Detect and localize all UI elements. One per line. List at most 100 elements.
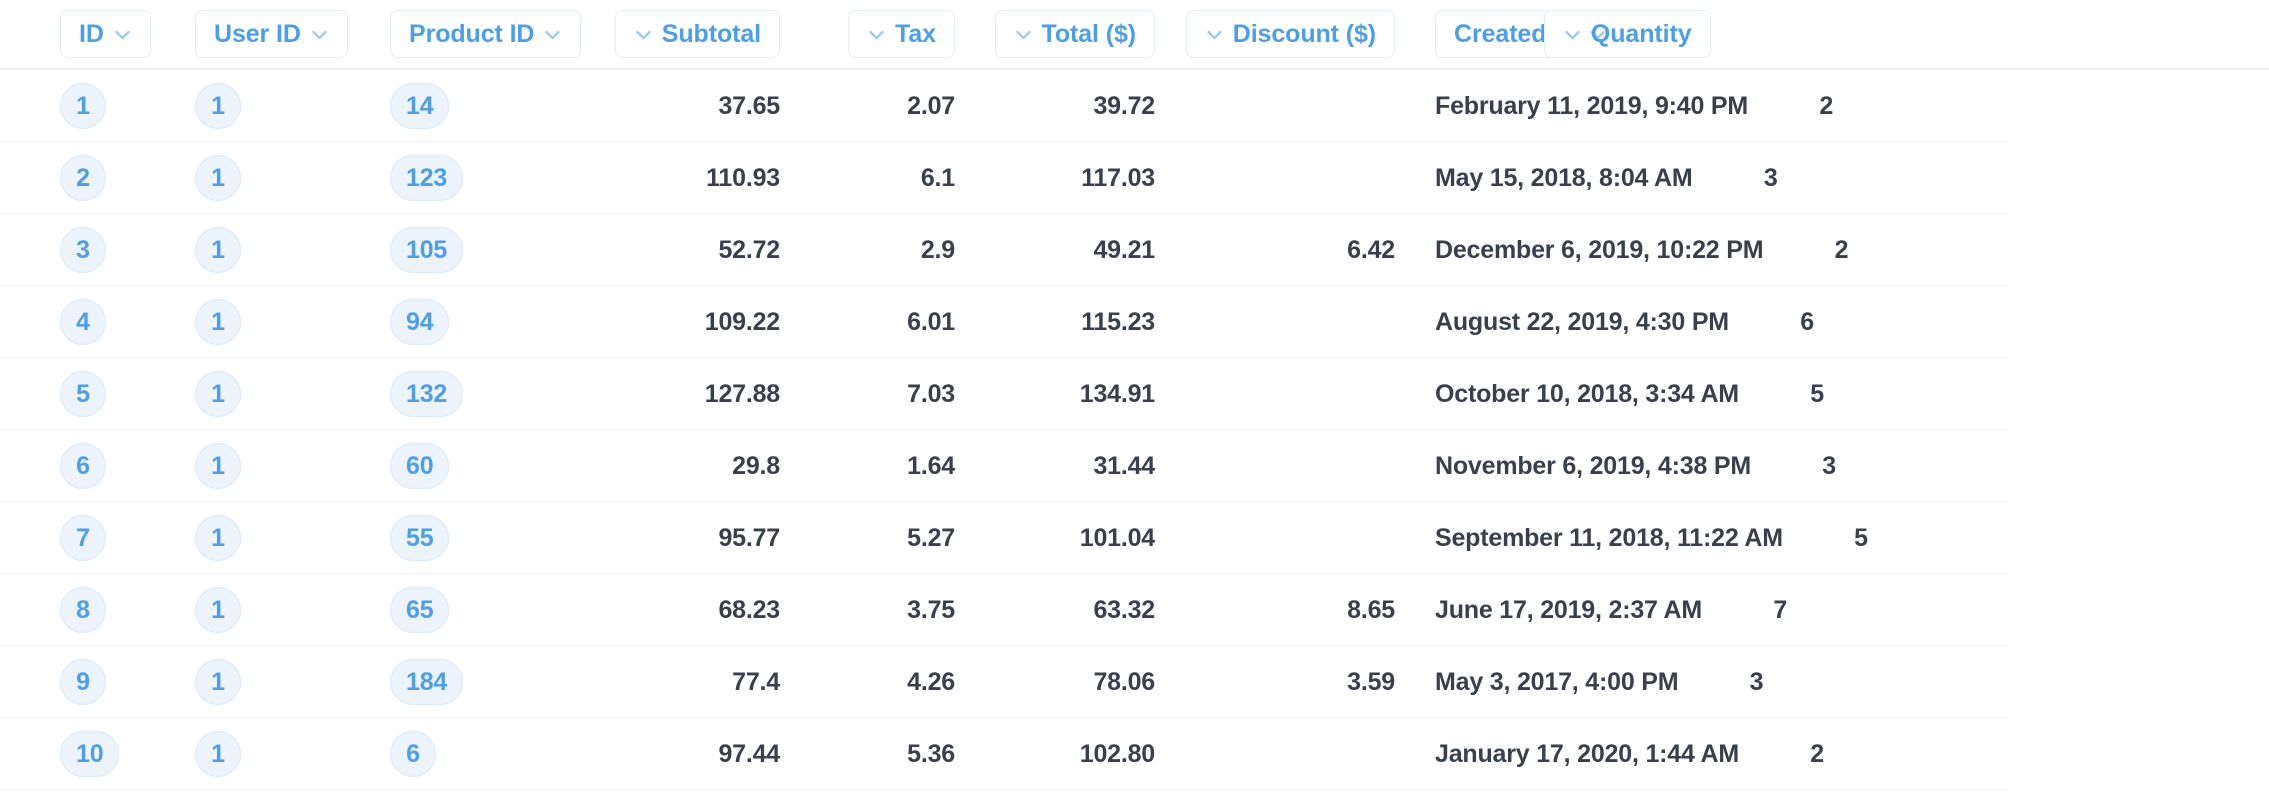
pill-product-id[interactable]: 94 [390,299,450,345]
cell-value: 2 [1834,235,1849,264]
pill-product-id[interactable]: 60 [390,443,450,489]
pill-user-id[interactable]: 1 [195,227,241,273]
table-row[interactable]: 1 1 14 37.65 2.07 39.72 February 11, 2019, 9:4… [0,70,2269,142]
table-row[interactable]: 6 1 60 29.8 1.64 31.44 November 6, 2019, 4:38 … [0,430,2269,502]
cell-quantity: 3 [1751,430,2026,502]
table-row[interactable]: 2 1 123 110.93 6.1 117.03 May 15, 2018, 8:04 A… [0,142,2269,214]
pill-id[interactable]: 8 [60,587,106,633]
cell-value: 127.88 [704,379,780,408]
chevron-down-icon[interactable] [113,25,132,44]
pill-id[interactable]: 1 [60,83,106,129]
pill-user-id[interactable]: 1 [195,443,241,489]
cell-quantity: 2 [1739,718,2014,790]
column-header-tax: Tax [810,0,990,69]
cell-tax: 2.9 [810,214,990,286]
cell-value: 3 [1822,451,1836,480]
pill-product-id[interactable]: 105 [390,227,464,273]
column-header-button-discount[interactable]: Discount ($) [1185,10,1395,58]
column-header-button-user-id[interactable]: User ID [195,10,348,58]
cell-id: 6 [0,430,160,502]
table-row[interactable]: 8 1 65 68.23 3.75 63.32 8.65 June 17, 2019, 2:3… [0,574,2269,646]
pill-product-id[interactable]: 65 [390,587,450,633]
cell-quantity: 3 [1693,142,1968,214]
pill-product-id[interactable]: 6 [390,731,436,777]
pill-id[interactable]: 7 [60,515,106,561]
cell-value: October 10, 2018, 3:34 AM [1435,379,1739,408]
pill-user-id[interactable]: 1 [195,587,241,633]
column-header-quantity: Quantity [1543,0,1901,69]
pill-id[interactable]: 5 [60,371,106,417]
pill-product-id[interactable]: 14 [390,83,450,129]
pill-id[interactable]: 10 [60,731,120,777]
cell-product-id: 184 [350,646,610,718]
pill-product-id[interactable]: 55 [390,515,450,561]
cell-quantity: 2 [1763,214,2038,286]
column-header-button-id[interactable]: ID [60,10,151,58]
cell-value: 6.01 [907,307,955,336]
pill-id[interactable]: 3 [60,227,106,273]
pill-id[interactable]: 6 [60,443,106,489]
pill-user-id[interactable]: 1 [195,155,241,201]
pill-user-id[interactable]: 1 [195,731,241,777]
cell-total: 49.21 [990,214,1195,286]
cell-product-id: 6 [350,718,610,790]
cell-value: 3.59 [1347,667,1395,696]
chevron-down-icon[interactable] [867,25,886,44]
pill-user-id[interactable]: 1 [195,515,241,561]
table-row[interactable]: 9 1 184 77.4 4.26 78.06 3.59 May 3, 2017, 4:00 … [0,646,2269,718]
column-header-button-subtotal[interactable]: Subtotal [614,10,780,58]
table-row[interactable]: 10 1 6 97.44 5.36 102.80 January 17, 2020, 1:4… [0,718,2269,790]
pill-id[interactable]: 4 [60,299,106,345]
chevron-down-icon[interactable] [1205,25,1224,44]
pill-id[interactable]: 9 [60,659,106,705]
cell-value: 101.04 [1079,523,1155,552]
column-header-button-quantity[interactable]: Quantity [1543,10,1711,58]
column-header-button-total[interactable]: Total ($) [994,10,1155,58]
chevron-down-icon[interactable] [543,25,562,44]
cell-product-id: 60 [350,430,610,502]
cell-discount [1195,502,1435,574]
chevron-down-icon[interactable] [1563,25,1582,44]
pill-user-id[interactable]: 1 [195,659,241,705]
cell-value: 7.03 [907,379,955,408]
cell-value: 63.32 [1093,595,1155,624]
cell-value: 5 [1854,523,1868,552]
column-header-button-tax[interactable]: Tax [848,10,955,58]
chevron-down-icon[interactable] [1014,25,1033,44]
chevron-down-icon[interactable] [1588,25,1607,44]
cell-tax: 5.27 [810,502,990,574]
chevron-down-icon[interactable] [310,25,329,44]
cell-value: 29.8 [732,451,780,480]
cell-product-id: 55 [350,502,610,574]
cell-total: 134.91 [990,358,1195,430]
pill-id[interactable]: 2 [60,155,106,201]
table-row[interactable]: 3 1 105 52.72 2.9 49.21 6.42 December 6, 2019, … [0,214,2269,286]
column-header-product-id: Product ID [350,0,610,69]
pill-product-id[interactable]: 184 [390,659,464,705]
table-row[interactable]: 4 1 94 109.22 6.01 115.23 August 22, 2019, 4:3… [0,286,2269,358]
cell-subtotal: 77.4 [610,646,810,718]
chevron-down-icon[interactable] [634,25,653,44]
column-header-label: Discount ($) [1232,19,1376,48]
cell-value: 77.4 [732,667,780,696]
pill-product-id[interactable]: 132 [390,371,464,417]
column-header-label: Product ID [409,19,535,48]
cell-total: 63.32 [990,574,1195,646]
cell-value: August 22, 2019, 4:30 PM [1435,307,1729,336]
table-row[interactable]: 7 1 55 95.77 5.27 101.04 September 11, 2018, 1… [0,502,2269,574]
pill-user-id[interactable]: 1 [195,83,241,129]
table-row[interactable]: 5 1 132 127.88 7.03 134.91 October 10, 2018, 3… [0,358,2269,430]
cell-value: 5.36 [907,739,955,768]
cell-quantity: 7 [1702,574,1977,646]
pill-user-id[interactable]: 1 [195,299,241,345]
cell-value: December 6, 2019, 10:22 PM [1435,235,1764,264]
cell-subtotal: 29.8 [610,430,810,502]
column-header-button-product-id[interactable]: Product ID [390,10,582,58]
cell-value: 52.72 [718,235,780,264]
pill-user-id[interactable]: 1 [195,371,241,417]
column-header-label: Total ($) [1041,19,1137,48]
column-header-discount: Discount ($) [1185,0,1435,69]
pill-product-id[interactable]: 123 [390,155,464,201]
cell-subtotal: 127.88 [610,358,810,430]
cell-subtotal: 95.77 [610,502,810,574]
